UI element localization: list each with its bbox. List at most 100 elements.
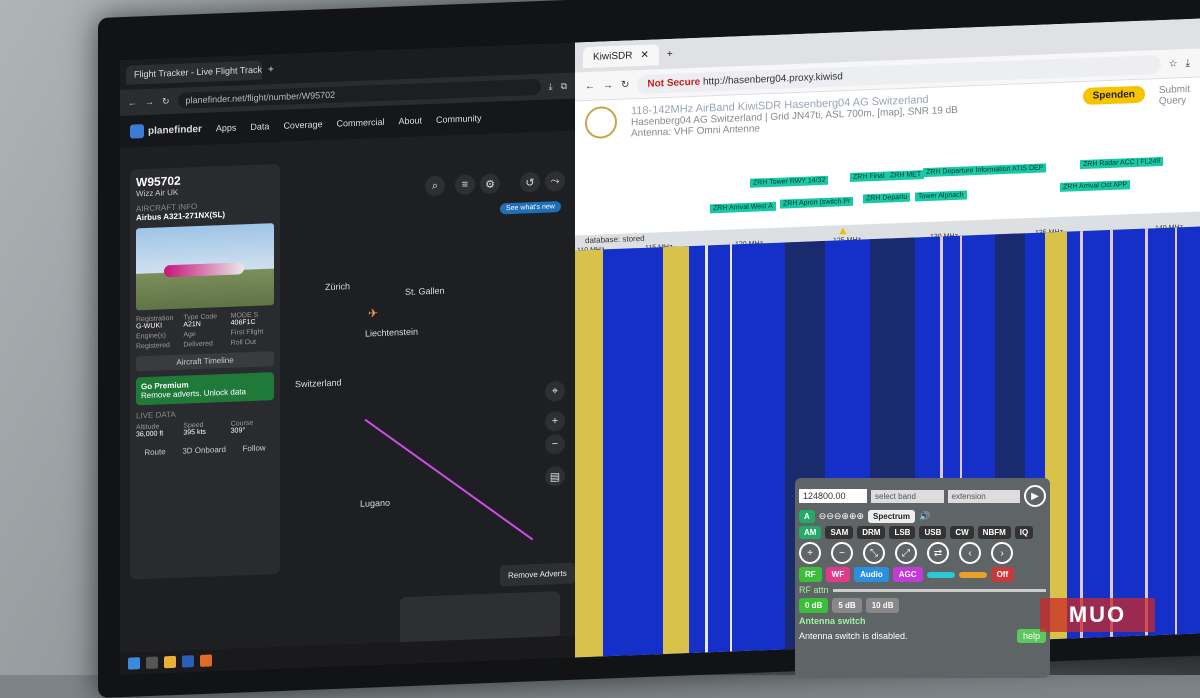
live-value: 309° <box>230 427 246 435</box>
mode-nbfm[interactable]: NBFM <box>977 526 1011 539</box>
tab-off[interactable]: Off <box>990 567 1015 582</box>
spectrum-button[interactable]: Spectrum <box>868 510 915 523</box>
zoom-in-button[interactable]: + <box>545 410 565 432</box>
database-status: database: stored <box>585 233 645 246</box>
mode-iq[interactable]: IQ <box>1014 526 1034 539</box>
extensions-icon[interactable]: ⧉ <box>561 80 567 91</box>
see-whats-new-button[interactable]: See what's new <box>500 201 561 215</box>
brand-name: planefinder <box>148 123 202 137</box>
forward-icon[interactable]: → <box>603 80 613 91</box>
search-taskbar-icon[interactable] <box>146 656 158 670</box>
filter-icon[interactable]: ≡ <box>455 174 475 196</box>
zoom-in-icon[interactable]: + <box>799 542 821 564</box>
nav-coverage[interactable]: Coverage <box>283 119 322 130</box>
tab-audio[interactable]: Audio <box>854 567 889 582</box>
planefinder-window: Flight Tracker - Live Flight Track ✕ + ←… <box>120 42 575 676</box>
layers-icon[interactable]: ▤ <box>545 465 565 487</box>
nav-community[interactable]: Community <box>436 113 482 125</box>
zoom-out-button[interactable]: − <box>545 433 565 455</box>
download-icon[interactable]: ⤓ <box>549 81 553 92</box>
attn-10db[interactable]: 10 dB <box>865 598 900 613</box>
tab-rf[interactable]: RF <box>799 567 822 582</box>
close-icon[interactable]: ✕ <box>640 49 648 60</box>
tab-agc[interactable]: AGC <box>892 567 923 582</box>
nav-data[interactable]: Data <box>250 121 269 132</box>
firefox-icon[interactable] <box>200 654 212 667</box>
folder-icon[interactable] <box>164 655 176 669</box>
route-icon[interactable]: ⤳ <box>545 170 565 192</box>
mode-drm[interactable]: DRM <box>857 526 886 539</box>
go-premium-banner[interactable]: Go Premium Remove adverts. Unlock data <box>136 372 274 406</box>
band-select[interactable]: select band <box>871 489 944 503</box>
nav-apps[interactable]: Apps <box>216 123 237 134</box>
remove-adverts-button[interactable]: Remove Adverts <box>500 562 575 587</box>
mode-usb[interactable]: USB <box>919 526 947 539</box>
zoom-level-icon[interactable]: A <box>799 510 815 523</box>
windows-start-icon[interactable] <box>128 657 140 670</box>
expand-icon[interactable]: ⤢ <box>895 542 917 564</box>
zoom-buttons-icon[interactable]: ⊖⊖⊖⊕⊕⊕ <box>819 511 864 522</box>
tab-planefinder[interactable]: Flight Tracker - Live Flight Track ✕ <box>126 60 262 85</box>
step-down-icon[interactable]: ‹ <box>959 542 981 564</box>
attn-0db[interactable]: 0 dB <box>799 598 829 613</box>
play-icon[interactable]: ▶ <box>1024 485 1046 507</box>
bookmark-icon[interactable]: ☆ <box>1169 58 1178 69</box>
aircraft-icon[interactable]: ✈ <box>368 306 378 320</box>
query-link[interactable]: Query <box>1159 95 1190 107</box>
forward-icon[interactable]: → <box>145 97 154 107</box>
locate-icon[interactable]: ⌖ <box>545 380 565 402</box>
download-icon[interactable]: ⤓ <box>1186 57 1190 68</box>
tab-users[interactable] <box>926 571 955 578</box>
route-tab[interactable]: Route <box>144 447 165 457</box>
new-tab-icon[interactable]: + <box>268 64 274 75</box>
antenna-switch-title: Antenna switch <box>799 616 866 626</box>
freq-label[interactable]: ZRH Apron (switch Pr <box>780 196 854 209</box>
rf-attn-slider[interactable] <box>832 588 1046 592</box>
follow-tab[interactable]: Follow <box>243 443 266 453</box>
mute-icon[interactable]: 🔊 <box>919 511 930 522</box>
tuning-marker-icon[interactable]: ▲ <box>837 223 849 237</box>
freq-label[interactable]: ZRH Departu <box>863 192 911 204</box>
freq-label[interactable]: ZRH Departure Information ATIS DEP <box>923 163 1047 178</box>
zoom-out-icon[interactable]: − <box>831 542 853 564</box>
step-up-icon[interactable]: › <box>991 542 1013 564</box>
tab-stat[interactable] <box>958 571 987 578</box>
not-secure-badge[interactable]: Not Secure <box>647 76 700 89</box>
mode-lsb[interactable]: LSB <box>889 526 916 539</box>
tab-kiwisdr[interactable]: KiwiSDR ✕ <box>583 43 659 68</box>
reload-icon[interactable]: ↻ <box>621 79 629 90</box>
waterfall-line <box>705 245 708 653</box>
aircraft-timeline-button[interactable]: Aircraft Timeline <box>136 351 274 372</box>
freq-label[interactable]: ZRH Tower RWY 14/32 <box>750 175 829 188</box>
shrink-icon[interactable]: ⤡ <box>863 542 885 564</box>
tab-wf[interactable]: WF <box>825 567 851 582</box>
freq-label[interactable]: ZRH MET <box>887 170 925 181</box>
swap-icon[interactable]: ⇄ <box>927 542 949 564</box>
waterfall-band <box>663 246 689 655</box>
attn-5db[interactable]: 5 dB <box>832 598 862 613</box>
freq-label[interactable]: ZRH Arrival Ost APP <box>1060 180 1131 192</box>
back-icon[interactable]: ← <box>128 97 137 107</box>
freq-label[interactable]: Tower Alpnach <box>915 190 967 202</box>
planefinder-logo[interactable]: planefinder <box>130 122 202 139</box>
mode-am[interactable]: AM <box>799 526 822 539</box>
field-value: G-WUKI <box>136 322 163 331</box>
reload-icon[interactable]: ↻ <box>162 96 170 107</box>
3d-onboard-tab[interactable]: 3D Onboard <box>182 445 226 456</box>
new-tab-icon[interactable]: + <box>667 48 673 59</box>
search-icon[interactable]: ⌕ <box>425 175 445 197</box>
settings-icon[interactable]: ⚙ <box>480 173 500 195</box>
freq-label[interactable]: ZRH Radar ACC | FL249 <box>1080 156 1164 170</box>
edge-icon[interactable] <box>182 655 194 668</box>
mode-cw[interactable]: CW <box>950 526 974 539</box>
donate-button[interactable]: Spenden <box>1082 85 1145 106</box>
nav-commercial[interactable]: Commercial <box>336 117 384 129</box>
mode-sam[interactable]: SAM <box>825 526 854 539</box>
nav-about[interactable]: About <box>398 115 422 126</box>
extension-select[interactable]: extension <box>947 489 1020 503</box>
freq-label[interactable]: ZRH Arrival West A <box>710 201 776 214</box>
frequency-input[interactable]: 124800.00 <box>799 489 867 503</box>
history-icon[interactable]: ↺ <box>520 171 540 193</box>
back-icon[interactable]: ← <box>585 80 595 91</box>
freq-label[interactable]: ZRH Final <box>850 171 888 182</box>
